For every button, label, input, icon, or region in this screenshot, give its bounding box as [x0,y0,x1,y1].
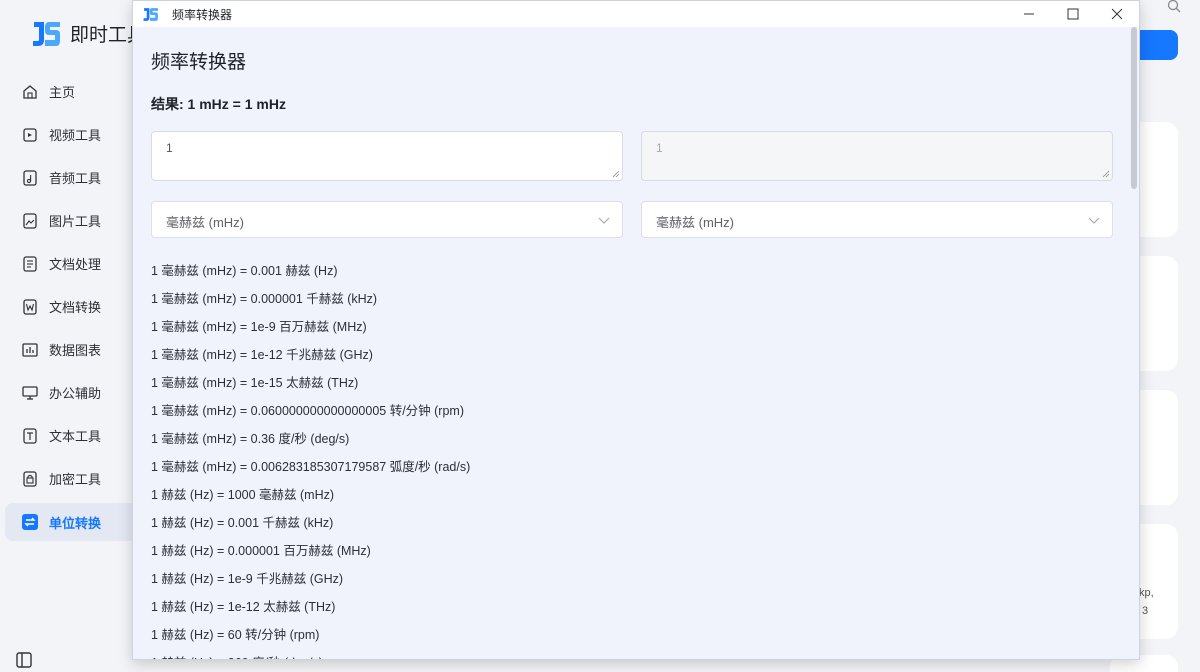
conversion-result-item: 1 赫兹 (Hz) = 1000 毫赫兹 (mHz) [151,488,335,502]
sidebar-item-home[interactable]: 主页 [5,70,140,113]
conversion-result-item: 1 毫赫兹 (mHz) = 0.36 度/秒 (deg/s) [151,432,350,446]
to-unit-select[interactable]: 毫赫兹 (mHz) [641,201,1113,238]
conversion-result-item: 1 赫兹 (Hz) = 0.001 千赫兹 (kHz) [151,516,334,530]
app-logo-icon [143,8,158,21]
conversion-result-item: 1 赫兹 (Hz) = 1e-9 千兆赫兹 (GHz) [151,572,344,586]
text-icon [21,427,39,445]
conversion-result-item: 1 毫赫兹 (mHz) = 1e-15 太赫兹 (THz) [151,376,359,390]
sidebar-item-chart[interactable]: 数据图表 [5,328,140,371]
close-button[interactable] [1095,1,1139,27]
conversion-result-item: 1 毫赫兹 (mHz) = 0.001 赫兹 (Hz) [151,264,338,278]
conversion-result-item: 1 赫兹 (Hz) = 60 转/分钟 (rpm) [151,628,320,642]
sidebar-item-label: 加密工具 [49,472,102,487]
convert-icon [21,513,39,531]
sidebar-item-label: 文档处理 [49,257,102,272]
sidebar-item-label: 音频工具 [49,171,102,186]
sidebar-item-document[interactable]: 文档处理 [5,242,140,285]
conversion-result-item: 1 毫赫兹 (mHz) = 0.000001 千赫兹 (kHz) [151,292,378,306]
sidebar-item-label: 图片工具 [49,214,102,229]
conversion-results-list: 1 毫赫兹 (mHz) = 0.001 赫兹 (Hz) 1 毫赫兹 (mHz) =… [151,258,1117,659]
sidebar-item-lock[interactable]: 加密工具 [5,457,140,500]
chevron-down-icon [598,217,610,224]
sidebar-item-label: 数据图表 [49,343,102,358]
lock-icon [21,470,39,488]
input-value-field[interactable]: 1 [151,131,623,181]
chart-icon [21,341,39,359]
sidebar-item-image[interactable]: 图片工具 [5,199,140,242]
sidebar-item-text[interactable]: 文本工具 [5,414,140,457]
brand: 即时工具 [30,16,146,50]
sidebar-item-label: 办公辅助 [49,386,102,401]
video-icon [21,126,39,144]
conversion-result-item: 1 毫赫兹 (mHz) = 0.060000000000000005 转/分钟 … [151,404,464,418]
conversion-result-item: 1 赫兹 (Hz) = 0.000001 百万赫兹 (MHz) [151,544,371,558]
monitor-icon [21,384,39,402]
music-icon [21,169,39,187]
word-icon [21,298,39,316]
home-icon [21,83,39,101]
resize-grip-icon[interactable] [612,170,620,178]
sidebar-item-label: 文档转换 [49,300,102,315]
conversion-result-item: 1 毫赫兹 (mHz) = 1e-9 百万赫兹 (MHz) [151,320,367,334]
conversion-result-item: 1 赫兹 (Hz) = 360 度/秒 (deg/s) [151,650,1117,659]
result-summary: 结果: 1 mHz = 1 mHz [151,96,286,112]
image-icon [21,212,39,230]
conversion-result-item: 1 毫赫兹 (mHz) = 1e-12 千兆赫兹 (GHz) [151,348,373,362]
sidebar-item-label: 文本工具 [49,429,102,444]
from-unit-select[interactable]: 毫赫兹 (mHz) [151,201,623,238]
app-logo-icon [33,22,60,46]
conversion-result-item: 1 毫赫兹 (mHz) = 0.006283185307179587 弧度/秒 … [151,460,471,474]
maximize-icon [1067,8,1079,20]
frequency-converter-dialog: 频率转换器 频率转换器 结果: 1 mHz = 1 mHz 1 1 毫赫兹 (m… [132,0,1140,660]
sidebar-item-convert[interactable]: 单位转换 [5,503,140,541]
chevron-down-icon [1088,217,1100,224]
sidebar-item-video[interactable]: 视频工具 [5,113,140,156]
window-titlebar[interactable]: 频率转换器 [133,1,1139,27]
vertical-scrollbar[interactable] [1131,27,1137,659]
sidebar-item-monitor[interactable]: 办公辅助 [5,371,140,414]
sidebar-item-word[interactable]: 文档转换 [5,285,140,328]
document-icon [21,255,39,273]
sidebar-nav: 主页视频工具音频工具图片工具文档处理文档转换数据图表办公辅助文本工具加密工具单位… [0,70,140,544]
to-unit-value: 毫赫兹 (mHz) [656,215,734,230]
sidebar-item-label: 主页 [49,85,76,100]
close-icon [1111,8,1123,20]
output-value-text: 1 [656,141,663,155]
sidebar-item-music[interactable]: 音频工具 [5,156,140,199]
maximize-button[interactable] [1051,1,1095,27]
minimize-icon [1024,13,1034,15]
window-title: 频率转换器 [172,7,233,22]
input-value-text: 1 [166,141,173,155]
background-card-text: 3 [1142,605,1149,617]
value-inputs: 1 1 [151,131,1117,183]
sidebar-item-label: 视频工具 [49,128,102,143]
converter-content: 频率转换器 结果: 1 mHz = 1 mHz 1 1 毫赫兹 (mHz) 毫赫… [151,27,1117,659]
background-card-text: kp, [1139,587,1154,599]
minimize-button[interactable] [1007,1,1051,27]
sidebar-item-label: 单位转换 [49,515,102,531]
collapse-sidebar-icon[interactable] [14,650,34,670]
conversion-result-item: 1 赫兹 (Hz) = 1e-12 太赫兹 (THz) [151,600,336,614]
output-value-field: 1 [641,131,1113,181]
scrollbar-thumb[interactable] [1131,27,1137,189]
page-title: 频率转换器 [151,52,247,73]
app-sidebar: 即时工具 主页视频工具音频工具图片工具文档处理文档转换数据图表办公辅助文本工具加… [0,0,146,672]
window-controls [1007,1,1139,27]
resize-grip-icon[interactable] [1102,170,1110,178]
unit-selectors: 毫赫兹 (mHz) 毫赫兹 (mHz) [151,201,1117,238]
from-unit-value: 毫赫兹 (mHz) [166,215,244,230]
search-icon[interactable] [1166,0,1182,16]
